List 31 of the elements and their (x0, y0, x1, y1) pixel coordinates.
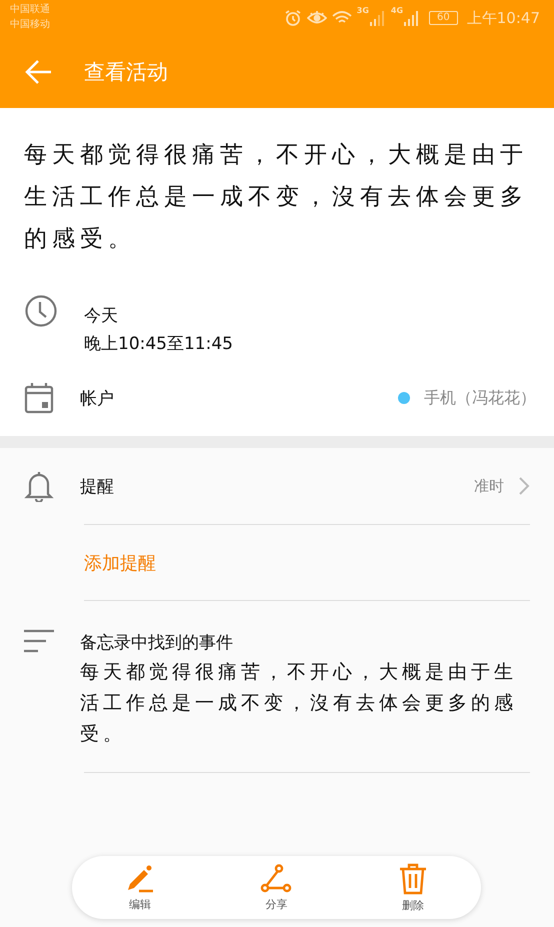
share-icon (260, 864, 292, 894)
event-day: 今天 (84, 302, 233, 330)
delete-button[interactable]: 删除 (398, 862, 428, 912)
notes-icon (24, 629, 54, 653)
chevron-right-icon (518, 476, 530, 496)
signal-icon (370, 10, 386, 26)
page-title: 查看活动 (84, 59, 168, 86)
account-name: 手机（冯花花） (424, 388, 536, 408)
calendar-icon (24, 382, 54, 414)
clock-icon (24, 294, 58, 328)
trash-icon (398, 862, 428, 894)
reminder-label: 提醒 (80, 476, 115, 498)
event-time: 晚上10:45至11:45 (84, 333, 233, 356)
carrier-name: 中国移动 (10, 18, 50, 32)
carrier-name: 中国联通 (10, 2, 50, 17)
battery-indicator: 60 (429, 11, 458, 25)
network-label: 3G (356, 6, 369, 15)
alarm-icon (284, 9, 302, 27)
reminder-row[interactable]: 提醒 准时 (24, 448, 530, 524)
event-description: 每天都觉得很痛苦，不开心，大概是由于生活工作总是一成不变，沒有去体会更多的感受。 (24, 141, 529, 254)
bell-icon (24, 470, 54, 502)
share-button[interactable]: 分享 (260, 864, 292, 912)
edit-button[interactable]: 编辑 (124, 864, 155, 912)
status-time: 上午10:47 (466, 8, 540, 28)
network-label: 4G (390, 6, 404, 15)
note-text: 每天都觉得很痛苦，不开心，大概是由于生活工作总是一成不变，沒有去体会更多的感受。 (80, 660, 518, 747)
note-title: 备忘录中找到的事件 (80, 632, 234, 655)
reminder-value: 准时 (474, 476, 504, 496)
account-label: 帐户 (80, 388, 115, 410)
signal-icon (404, 10, 420, 26)
eye-icon (306, 10, 327, 26)
